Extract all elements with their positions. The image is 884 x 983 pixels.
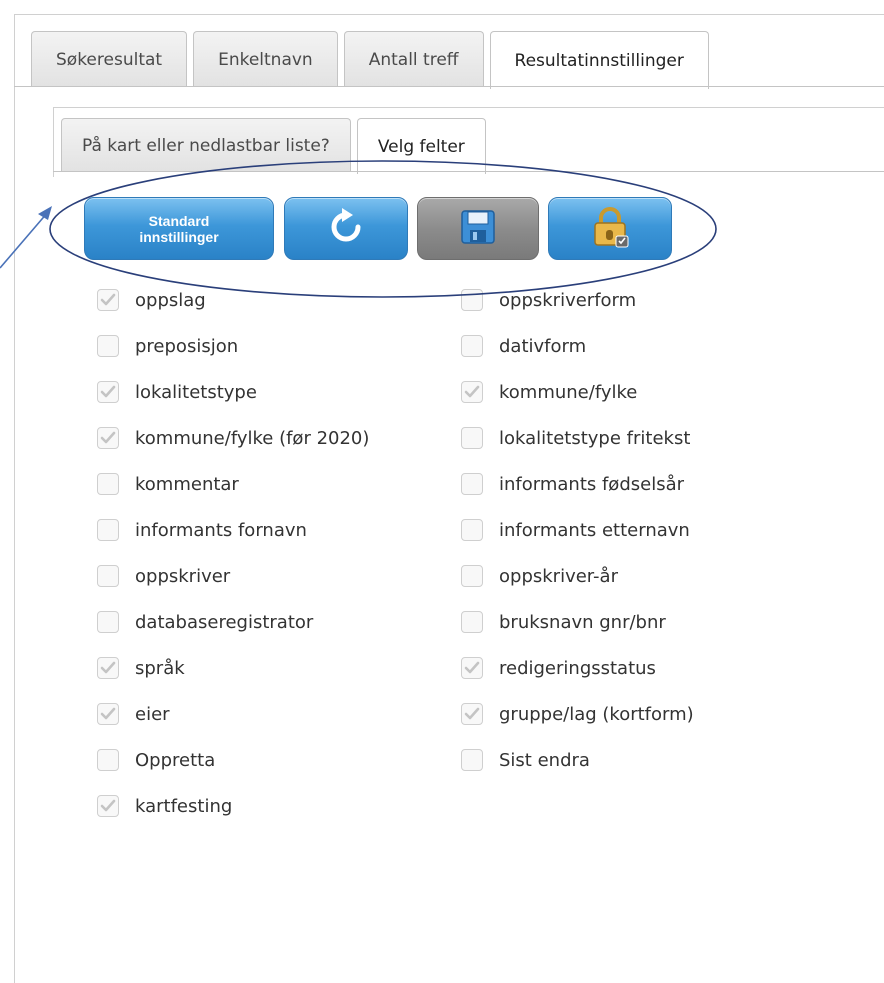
field-option[interactable]: dativform <box>461 323 694 369</box>
save-button[interactable] <box>417 197 539 260</box>
field-option[interactable]: oppskriverform <box>461 277 694 323</box>
field-option[interactable]: oppskriver <box>97 553 369 599</box>
field-label: kommune/fylke (før 2020) <box>135 427 370 449</box>
field-option[interactable]: preposisjon <box>97 323 369 369</box>
field-checkbox[interactable] <box>97 795 119 817</box>
field-label: databaseregistrator <box>135 611 314 633</box>
field-option[interactable]: eier <box>97 691 369 737</box>
field-checkbox[interactable] <box>97 519 119 541</box>
outer-tab-divider <box>14 86 884 87</box>
field-label: gruppe/lag (kortform) <box>499 703 694 725</box>
field-option[interactable]: oppskriver-år <box>461 553 694 599</box>
field-checkbox[interactable] <box>461 427 483 449</box>
field-option[interactable]: kommune/fylke (før 2020) <box>97 415 369 461</box>
field-option[interactable]: Sist endra <box>461 737 694 783</box>
tab-label: Enkeltnavn <box>218 49 313 70</box>
field-option[interactable]: lokalitetstype fritekst <box>461 415 694 461</box>
field-checkbox[interactable] <box>461 519 483 541</box>
field-label: oppskriverform <box>499 289 637 311</box>
field-label: kartfesting <box>135 795 233 817</box>
standard-settings-label-line1: Standard <box>148 212 210 229</box>
field-label: oppskriver <box>135 565 231 587</box>
field-label: lokalitetstype <box>135 381 257 403</box>
field-label: redigeringsstatus <box>499 657 656 679</box>
tab-velg-felter[interactable]: Velg felter <box>356 118 486 174</box>
field-checkbox[interactable] <box>461 703 483 725</box>
field-checkbox[interactable] <box>97 657 119 679</box>
field-label: informants etternavn <box>499 519 690 541</box>
field-checkbox[interactable] <box>97 427 119 449</box>
field-label: informants fødselsår <box>499 473 685 495</box>
inner-tab-bar: På kart eller nedlastbar liste? Velg fel… <box>61 118 486 174</box>
refresh-icon <box>329 207 363 250</box>
field-label: informants fornavn <box>135 519 307 541</box>
inner-tab-divider <box>53 171 884 172</box>
field-checkbox[interactable] <box>461 289 483 311</box>
standard-settings-button[interactable]: Standard innstillinger <box>84 197 274 260</box>
field-option[interactable]: informants etternavn <box>461 507 694 553</box>
field-option[interactable]: språk <box>97 645 369 691</box>
standard-settings-label-line2: innstillinger <box>139 228 219 245</box>
field-label: kommentar <box>135 473 239 495</box>
field-label: eier <box>135 703 170 725</box>
field-label: Oppretta <box>135 749 216 771</box>
outer-tab-bar: Søkeresultat Enkeltnavn Antall treff Res… <box>31 31 709 89</box>
field-checkbox[interactable] <box>461 611 483 633</box>
field-option[interactable]: redigeringsstatus <box>461 645 694 691</box>
field-option[interactable]: informants fødselsår <box>461 461 694 507</box>
field-checkbox[interactable] <box>97 289 119 311</box>
field-label: språk <box>135 657 185 679</box>
field-label: dativform <box>499 335 587 357</box>
field-checkbox[interactable] <box>97 473 119 495</box>
tab-label: Søkeresultat <box>56 49 163 70</box>
field-checkbox[interactable] <box>97 611 119 633</box>
field-list-right: oppskriverform dativform kommune/fylke l… <box>461 277 694 783</box>
lock-button[interactable] <box>548 197 672 260</box>
field-label: oppslag <box>135 289 206 311</box>
field-option[interactable]: oppslag <box>97 277 369 323</box>
tab-label: Antall treff <box>368 49 459 70</box>
tab-resultatinnstillinger[interactable]: Resultatinnstillinger <box>489 31 709 89</box>
field-label: preposisjon <box>135 335 239 357</box>
field-option[interactable]: informants fornavn <box>97 507 369 553</box>
tab-kart-eller-liste[interactable]: På kart eller nedlastbar liste? <box>61 118 351 172</box>
field-checkbox[interactable] <box>97 335 119 357</box>
field-checkbox[interactable] <box>461 473 483 495</box>
tab-label: Velg felter <box>377 136 465 157</box>
field-option[interactable]: kartfesting <box>97 783 369 829</box>
field-label: kommune/fylke <box>499 381 638 403</box>
field-checkbox[interactable] <box>97 703 119 725</box>
field-option[interactable]: kommentar <box>97 461 369 507</box>
field-option[interactable]: bruksnavn gnr/bnr <box>461 599 694 645</box>
field-checkbox[interactable] <box>461 335 483 357</box>
field-checkbox[interactable] <box>461 749 483 771</box>
tab-antall-treff[interactable]: Antall treff <box>343 31 484 87</box>
tab-label: På kart eller nedlastbar liste? <box>82 135 330 156</box>
lock-icon <box>590 206 630 252</box>
floppy-disk-icon <box>460 209 496 249</box>
field-checkbox[interactable] <box>461 381 483 403</box>
field-checkbox[interactable] <box>97 565 119 587</box>
field-checkbox[interactable] <box>461 657 483 679</box>
field-label: oppskriver-år <box>499 565 618 587</box>
tab-label: Resultatinnstillinger <box>514 50 684 71</box>
field-option[interactable]: Oppretta <box>97 737 369 783</box>
field-option[interactable]: lokalitetstype <box>97 369 369 415</box>
tab-enkeltnavn[interactable]: Enkeltnavn <box>193 31 338 87</box>
field-option[interactable]: databaseregistrator <box>97 599 369 645</box>
field-label: bruksnavn gnr/bnr <box>499 611 666 633</box>
field-option[interactable]: gruppe/lag (kortform) <box>461 691 694 737</box>
field-checkbox[interactable] <box>97 749 119 771</box>
field-checkbox[interactable] <box>461 565 483 587</box>
field-list-left: oppslag preposisjon lokalitetstype kommu… <box>97 277 369 829</box>
refresh-button[interactable] <box>284 197 408 260</box>
field-checkbox[interactable] <box>97 381 119 403</box>
tab-sokeresultat[interactable]: Søkeresultat <box>31 31 188 87</box>
field-label: Sist endra <box>499 749 590 771</box>
field-option[interactable]: kommune/fylke <box>461 369 694 415</box>
field-label: lokalitetstype fritekst <box>499 427 691 449</box>
